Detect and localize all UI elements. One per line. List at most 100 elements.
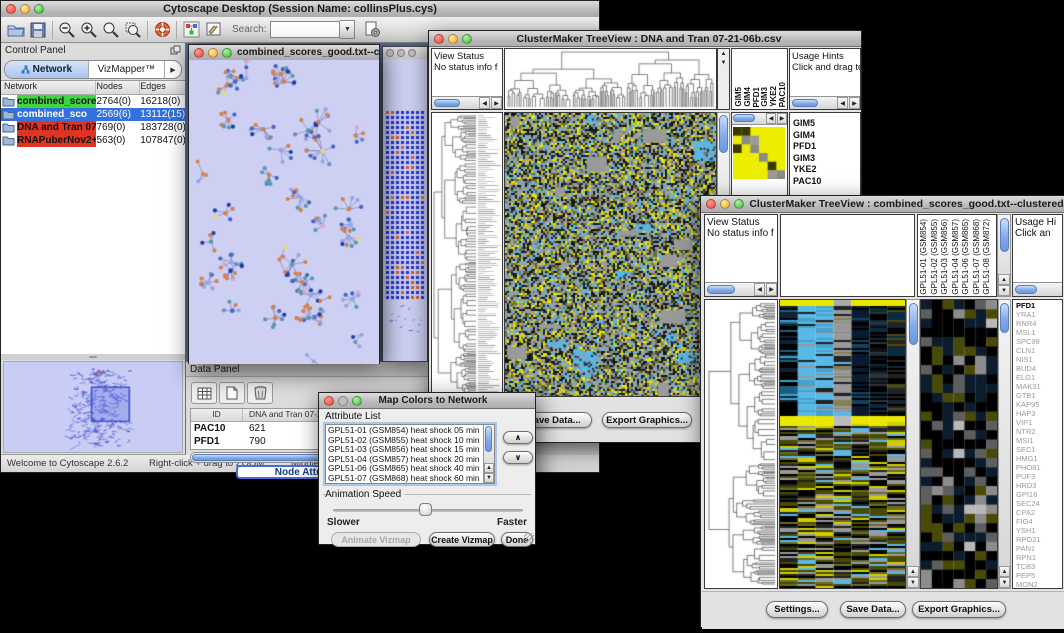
resize-grip[interactable] <box>524 533 534 543</box>
close-button[interactable] <box>6 4 16 14</box>
tv2-status-scrollbar[interactable]: ◀ ▶ <box>705 282 777 296</box>
zoom-selected-icon[interactable] <box>122 19 144 41</box>
tab-overflow[interactable]: ▶ <box>164 61 181 78</box>
gene-label[interactable]: RNR4 <box>1013 319 1062 328</box>
close-button[interactable] <box>194 48 204 58</box>
help-lifering-icon[interactable] <box>151 19 173 41</box>
network-graph-canvas[interactable] <box>189 60 379 364</box>
tv2-column-tree-panel[interactable] <box>780 214 915 297</box>
gene-label[interactable]: SEC24 <box>1013 499 1062 508</box>
save-session-button[interactable] <box>27 19 49 41</box>
float-panel-icon[interactable] <box>170 42 185 60</box>
zoom-fit-icon[interactable] <box>100 19 122 41</box>
open-session-button[interactable] <box>5 19 27 41</box>
tv1-export-graphics-button[interactable]: Export Graphics... <box>602 412 692 428</box>
gene-label[interactable]: HMG1 <box>1013 454 1062 463</box>
new-attribute-icon[interactable] <box>219 382 245 404</box>
tv2-save-data-button[interactable]: Save Data... <box>840 601 906 618</box>
zoom-button[interactable] <box>462 34 472 44</box>
gene-label[interactable]: PAN1 <box>1013 544 1062 553</box>
zoom-button[interactable] <box>352 396 362 406</box>
network-row[interactable]: combined_scores_ 2764(0) 16218(0) <box>1 95 185 108</box>
tab-vizmapper[interactable]: VizMapper™ <box>88 61 164 78</box>
gene-label[interactable]: PHO81 <box>1013 463 1062 472</box>
vizmapper-icon[interactable] <box>180 19 202 41</box>
gene-label[interactable]: KAP95 <box>1013 400 1062 409</box>
gene-label[interactable]: NIS1 <box>1013 355 1062 364</box>
tv2-global-vscrollbar[interactable]: ▲ ▼ <box>998 299 1011 589</box>
gene-label[interactable]: GTB1 <box>1013 391 1062 400</box>
move-attribute-down-button[interactable]: ∨ <box>503 451 533 464</box>
minimize-button[interactable] <box>208 48 218 58</box>
tv1-similarity-matrix[interactable] <box>733 127 785 179</box>
gene-label[interactable]: GPI16 <box>1013 490 1062 499</box>
gene-label[interactable]: NTR2 <box>1013 427 1062 436</box>
gene-label[interactable]: SPC98 <box>1013 337 1062 346</box>
tv2-export-graphics-button[interactable]: Export Graphics... <box>912 601 1006 618</box>
animation-speed-slider[interactable] <box>333 503 523 517</box>
gene-label[interactable]: PEP5 <box>1013 571 1062 580</box>
attribute-list-item[interactable]: GPL51-07 (GSM868) heat shock 60 min <box>326 474 494 484</box>
network-row[interactable]: combined_sco 2569(6) 13112(15) <box>1 108 185 121</box>
tv2-global-heatmap-panel[interactable] <box>920 299 998 589</box>
create-vizmap-button[interactable]: Create Vizmap <box>429 532 495 547</box>
close-button[interactable] <box>706 199 716 209</box>
zoom-button[interactable] <box>34 4 44 14</box>
minimize-button[interactable] <box>338 396 348 406</box>
minimize-button[interactable] <box>20 4 30 14</box>
dialog-title-bar[interactable]: Map Colors to Network <box>319 393 535 409</box>
gene-label[interactable]: PFD1 <box>790 141 860 153</box>
tv1-status-scrollbar[interactable]: ◀ ▶ <box>432 96 502 109</box>
tv1-usage-scrollbar[interactable]: ◀ ▶ <box>790 96 860 109</box>
background-network-window[interactable] <box>382 46 428 362</box>
gene-label[interactable]: HRD3 <box>1013 481 1062 490</box>
annotation-icon[interactable] <box>202 19 224 41</box>
gene-label[interactable]: MAK31 <box>1013 382 1062 391</box>
close-button[interactable] <box>386 49 394 57</box>
search-input[interactable] <box>270 21 340 38</box>
tv2-heatmap-panel[interactable] <box>779 299 906 589</box>
zoom-button[interactable] <box>222 48 232 58</box>
gene-label[interactable]: YSH1 <box>1013 526 1062 535</box>
gene-label[interactable]: PFD1 <box>1013 301 1062 310</box>
delete-attribute-icon[interactable] <box>247 382 273 404</box>
import-attributes-icon[interactable] <box>361 19 383 41</box>
tv2-column-labels-scrollbar[interactable]: ▲ ▼ <box>997 214 1011 297</box>
main-title-bar[interactable]: Cytoscape Desktop (Session Name: collins… <box>1 1 599 18</box>
gene-label[interactable]: YRA1 <box>1013 310 1062 319</box>
treeview2-title-bar[interactable]: ClusterMaker TreeView : combined_scores_… <box>701 196 1064 213</box>
tv2-usage-scrollbar[interactable] <box>1013 282 1062 296</box>
gene-label[interactable]: FIG4 <box>1013 517 1062 526</box>
gene-label[interactable]: GIM5 <box>790 118 860 130</box>
gene-label[interactable]: TCB3 <box>1013 562 1062 571</box>
tv1-heatmap-panel[interactable] <box>504 112 717 397</box>
treeview1-title-bar[interactable]: ClusterMaker TreeView : DNA and Tran 07-… <box>429 31 861 47</box>
zoom-out-icon[interactable] <box>56 19 78 41</box>
minimize-button[interactable] <box>448 34 458 44</box>
slider-thumb[interactable] <box>419 503 432 516</box>
network-view-title-bar[interactable]: combined_scores_good.txt--cluste... <box>189 45 379 61</box>
network-row[interactable]: DNA and Tran 07 769(0) 183728(0) <box>1 121 185 134</box>
close-button[interactable] <box>434 34 444 44</box>
gene-label[interactable]: MON2 <box>1013 580 1062 589</box>
gene-label[interactable]: SEC1 <box>1013 445 1062 454</box>
tv1-row-dendrogram-panel[interactable] <box>431 112 503 397</box>
gene-label[interactable]: BUD4 <box>1013 364 1062 373</box>
gene-label[interactable]: GIM3 <box>790 153 860 165</box>
tv2-row-dendrogram-panel[interactable] <box>704 299 778 589</box>
panel-splitter[interactable] <box>1 354 185 360</box>
tv2-settings-button[interactable]: Settings... <box>766 601 828 618</box>
gene-label[interactable]: ELG1 <box>1013 373 1062 382</box>
search-dropdown-button[interactable]: ▼ <box>340 20 355 39</box>
gene-label[interactable]: VIP1 <box>1013 418 1062 427</box>
close-button[interactable] <box>324 396 334 406</box>
gene-label[interactable]: PAC10 <box>790 176 860 188</box>
dialog-attribute-list[interactable]: GPL51-01 (GSM854) heat shock 05 minGPL51… <box>325 424 495 484</box>
gene-label[interactable]: MSL1 <box>1013 328 1062 337</box>
gene-label[interactable]: CPA2 <box>1013 508 1062 517</box>
move-attribute-up-button[interactable]: ∧ <box>503 431 533 444</box>
zoom-button[interactable] <box>408 49 416 57</box>
tab-network[interactable]: Network <box>5 61 88 78</box>
zoom-button[interactable] <box>734 199 744 209</box>
tv1-column-dendrogram-panel[interactable] <box>504 48 717 110</box>
